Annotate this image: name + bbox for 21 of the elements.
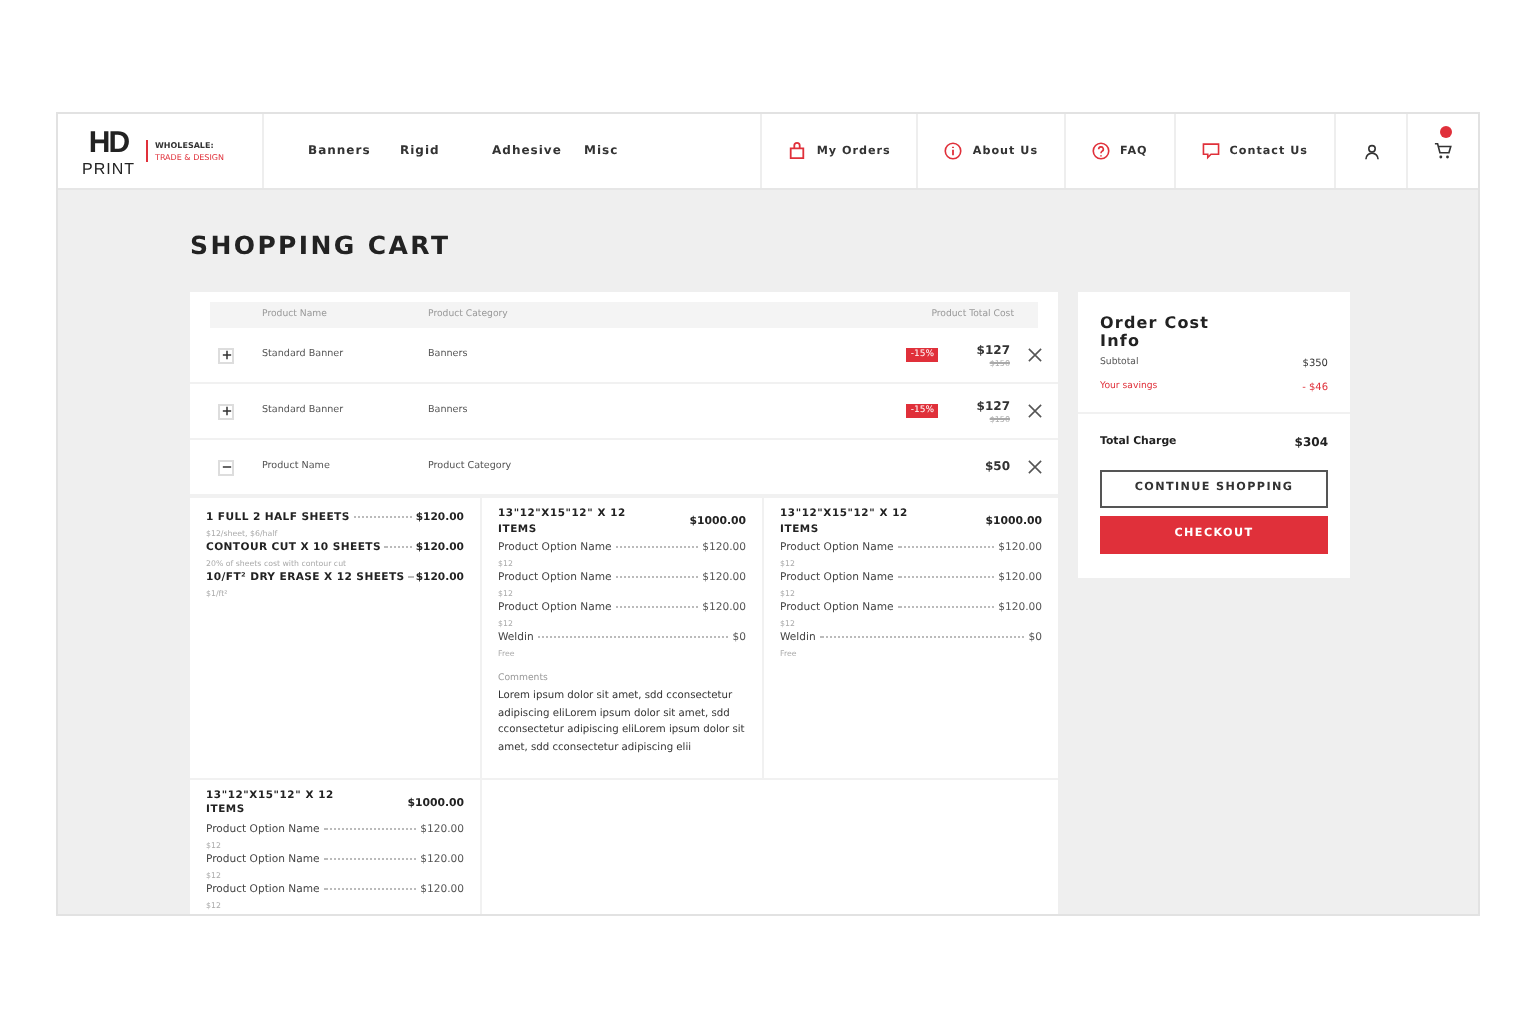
help-icon xyxy=(1092,142,1111,160)
remove-button[interactable] xyxy=(1027,404,1041,418)
minus-icon xyxy=(221,462,231,472)
bag-icon xyxy=(788,142,807,160)
expand-toggle[interactable] xyxy=(218,347,234,363)
cart-count-badge xyxy=(1440,126,1452,138)
plus-icon xyxy=(221,406,231,416)
logo[interactable]: HD PRINT xyxy=(82,125,135,177)
close-icon xyxy=(1027,348,1041,362)
plus-icon xyxy=(221,350,231,360)
expand-toggle[interactable] xyxy=(218,403,234,419)
chat-icon xyxy=(1201,142,1220,160)
cart-icon xyxy=(1434,142,1452,160)
close-icon xyxy=(1027,404,1041,418)
remove-button[interactable] xyxy=(1027,348,1041,362)
user-icon xyxy=(1363,143,1379,159)
close-icon xyxy=(1027,460,1041,474)
page-title: SHOPPING CART xyxy=(190,230,453,260)
info-icon xyxy=(944,142,963,160)
remove-button[interactable] xyxy=(1027,460,1041,474)
summary-title: Order Cost Info xyxy=(1100,316,1212,352)
